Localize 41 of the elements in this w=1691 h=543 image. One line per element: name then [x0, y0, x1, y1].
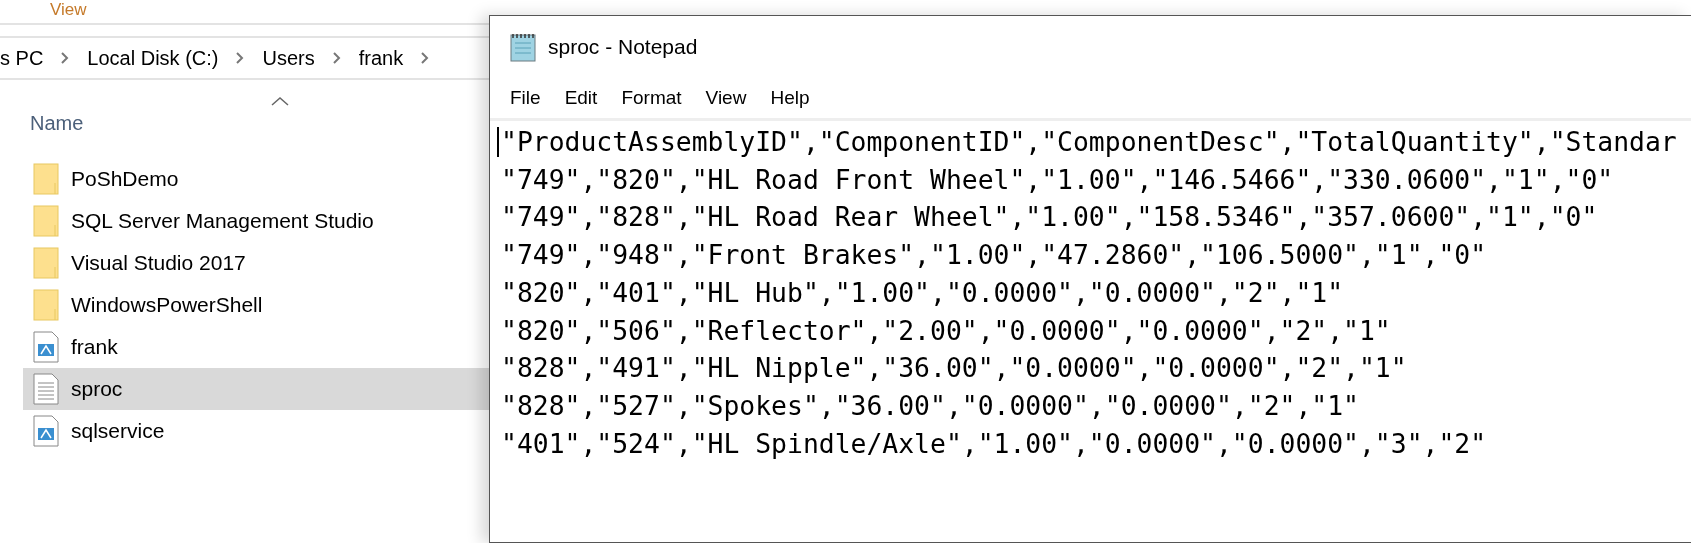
file-list-item[interactable]: Visual Studio 2017 [23, 242, 490, 284]
file-list-item[interactable]: sproc [23, 368, 490, 410]
text-line: "ProductAssemblyID","ComponentID","ComponentDesc","TotalQuantity","Standar [501, 125, 1678, 159]
script-file-icon [33, 415, 59, 447]
text-line: "820","401","HL Hub","1.00","0.0000","0.0000","2","1" [501, 275, 1345, 310]
text-line: "749","820","HL Road Front Wheel","1.00","146.5466","330.0600","1","0" [501, 162, 1615, 197]
chevron-icon [61, 52, 70, 64]
folder-icon [33, 163, 59, 195]
menu-item[interactable]: File [498, 83, 553, 113]
sort-caret-icon [271, 96, 289, 106]
file-list-item[interactable]: frank [23, 326, 490, 368]
text-file-icon [33, 373, 59, 405]
text-line: "749","828","HL Road Rear Wheel","1.00","158.5346","357.0600","1","0" [501, 200, 1599, 235]
notepad-icon [508, 31, 538, 63]
chevron-icon [421, 52, 430, 64]
breadcrumb-item[interactable]: Users [262, 43, 315, 73]
text-line: "749","948","Front Brakes","1.00","47.2860","106.5000","1","0" [501, 238, 1488, 273]
file-list-item[interactable]: WindowsPowerShell [23, 284, 490, 326]
file-list-item[interactable]: sqlservice [23, 410, 490, 452]
menu-item[interactable]: View [693, 83, 759, 113]
folder-icon [33, 247, 59, 279]
breadcrumb-item[interactable]: s PC [0, 43, 44, 73]
menu-item[interactable]: Format [609, 83, 694, 113]
file-list-item[interactable]: SQL Server Management Studio [23, 200, 490, 242]
breadcrumb-item[interactable]: Local Disk (C:) [87, 43, 219, 73]
window-title: sproc - Notepad [548, 34, 698, 61]
file-list-item[interactable]: PoShDemo [23, 158, 490, 200]
menu-item[interactable]: Help [758, 83, 822, 113]
column-header[interactable]: Name [30, 108, 84, 138]
breadcrumb-item[interactable]: frank [358, 43, 404, 73]
text-cursor [497, 127, 499, 157]
script-file-icon [33, 331, 59, 363]
menu-item[interactable]: Edit [552, 83, 610, 113]
text-line: "820","506","Reflector","2.00","0.0000","0.0000","2","1" [501, 313, 1392, 348]
text-line: "828","491","HL Nipple","36.00","0.0000","0.0000","2","1" [501, 351, 1408, 386]
folder-icon [33, 205, 59, 237]
chevron-icon [236, 52, 245, 64]
folder-icon [33, 289, 59, 321]
text-line: "828","527","Spokes","36.00","0.0000","0.0000","2","1" [501, 388, 1360, 423]
text-line: "401","524","HL Spindle/Axle","1.00","0.0000","0.0000","3","2" [501, 426, 1488, 461]
chevron-icon [332, 52, 341, 64]
